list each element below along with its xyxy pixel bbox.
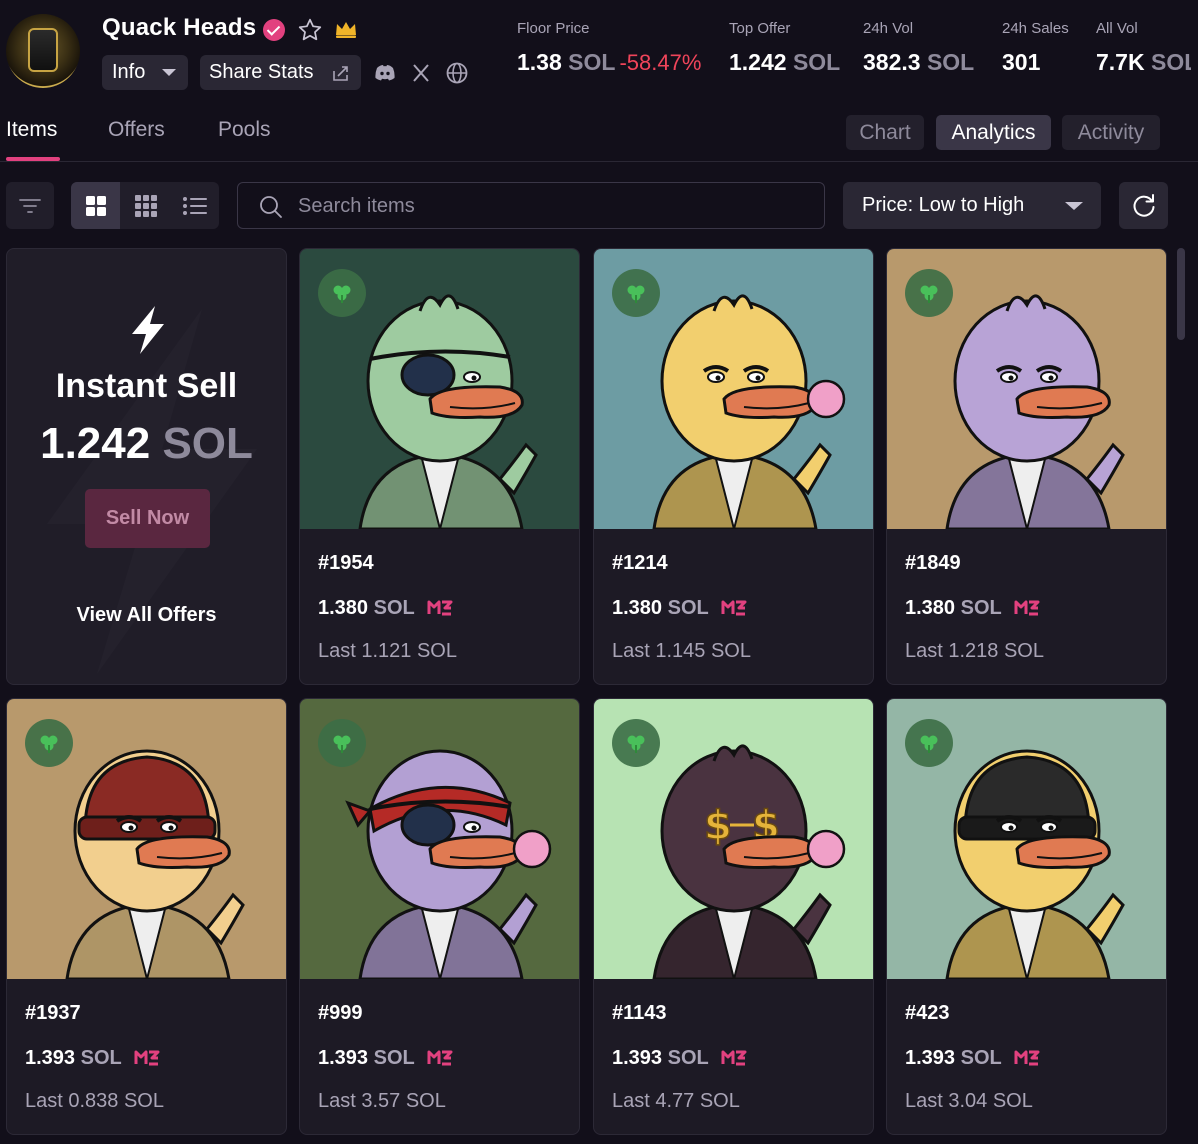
stat-24h-sales: 24h Sales 301 [1002,20,1069,75]
magic-eden-icon [721,600,747,616]
nft-last-sale: Last 0.838 SOL [25,1090,164,1112]
nft-card[interactable]: #1954 1.380 SOL Last 1.121 SOL [299,248,580,685]
small-grid-view-button[interactable] [121,182,170,229]
collection-header: Quack Heads Info Share Stats Floor Price… [0,0,1198,100]
share-stats-button[interactable]: Share Stats [200,55,361,90]
nft-last-sale: Last 3.57 SOL [318,1090,446,1112]
large-grid-icon [85,195,106,216]
collection-avatar[interactable] [6,14,80,88]
refresh-button[interactable] [1119,182,1168,229]
crown-icon [336,22,356,38]
tab-pools[interactable]: Pools [218,118,271,142]
instant-sell-value: 1.242 SOL [40,419,253,468]
list-icon [182,196,207,215]
list-view-button[interactable] [170,182,219,229]
small-grid-icon [134,194,157,217]
nft-name: #1937 [25,1002,81,1024]
discord-icon[interactable] [372,60,398,86]
stat-all-vol: All Vol 7.7K SOL [1096,20,1191,75]
clover-badge-icon [318,719,366,767]
magic-eden-icon [721,1050,747,1066]
nft-card[interactable]: #999 1.393 SOL Last 3.57 SOL [299,698,580,1135]
collection-title: Quack Heads [102,14,257,41]
clover-badge-icon [612,269,660,317]
nft-price: 1.393 SOL [25,1047,122,1069]
info-dropdown[interactable]: Info [102,55,188,90]
tab-bar: Items Offers Pools Chart Analytics Activ… [0,110,1198,162]
tab-chart[interactable]: Chart [846,115,924,150]
tab-activity[interactable]: Activity [1062,115,1160,150]
magic-eden-icon [1014,1050,1040,1066]
stat-top-offer: Top Offer 1.242 SOL [729,20,841,75]
nft-last-sale: Last 3.04 SOL [905,1090,1033,1112]
sell-now-button[interactable]: Sell Now [85,489,210,548]
filter-button[interactable] [6,182,54,229]
nft-last-sale: Last 1.145 SOL [612,640,751,662]
search-input[interactable] [298,192,798,220]
clover-badge-icon [612,719,660,767]
magic-eden-icon [134,1050,160,1066]
nft-price: 1.380 SOL [905,597,1002,619]
search-icon [260,196,282,218]
stat-floor-price: Floor Price 1.38 SOL -58.47% [517,20,702,75]
nft-name: #1849 [905,552,961,574]
large-grid-view-button[interactable] [71,182,120,229]
nft-card[interactable]: #1849 1.380 SOL Last 1.218 SOL [886,248,1167,685]
magic-eden-icon [427,600,453,616]
instant-sell-title: Instant Sell [55,367,238,405]
globe-icon[interactable] [444,60,470,86]
instant-sell-card: Instant Sell 1.242 SOL Sell Now View All… [6,248,287,685]
chevron-down-icon [162,69,176,76]
info-label: Info [112,61,146,83]
nft-card[interactable]: #423 1.393 SOL Last 3.04 SOL [886,698,1167,1135]
tab-items[interactable]: Items [6,118,57,142]
tab-offers[interactable]: Offers [108,118,165,142]
clover-badge-icon [905,269,953,317]
magic-eden-icon [427,1050,453,1066]
stat-24h-vol: 24h Vol 382.3 SOL [863,20,975,75]
nft-card[interactable]: $ $ #1143 1.393 SOL Last 4.77 SOL [593,698,874,1135]
nft-price: 1.380 SOL [318,597,415,619]
nft-last-sale: Last 1.218 SOL [905,640,1044,662]
nft-price: 1.393 SOL [905,1047,1002,1069]
nft-name: #423 [905,1002,950,1024]
nft-price: 1.380 SOL [612,597,709,619]
clover-badge-icon [25,719,73,767]
nft-price: 1.393 SOL [318,1047,415,1069]
bolt-icon [132,306,164,354]
active-tab-indicator [6,157,60,161]
svg-text:$: $ [704,803,732,849]
x-icon[interactable] [408,60,434,86]
nft-price: 1.393 SOL [612,1047,709,1069]
share-icon [333,66,348,81]
filter-icon [19,198,41,213]
tab-analytics[interactable]: Analytics [936,115,1051,150]
nft-name: #1143 [612,1002,667,1024]
search-field[interactable] [237,182,825,229]
refresh-icon [1133,193,1154,217]
star-icon[interactable] [297,17,323,43]
magic-eden-icon [1014,600,1040,616]
nft-last-sale: Last 1.121 SOL [318,640,457,662]
clover-badge-icon [905,719,953,767]
chevron-down-icon [1065,202,1083,210]
nft-last-sale: Last 4.77 SOL [612,1090,740,1112]
nft-name: #1954 [318,552,374,574]
nft-card[interactable]: #1214 1.380 SOL Last 1.145 SOL [593,248,874,685]
nft-card[interactable]: #1937 1.393 SOL Last 0.838 SOL [6,698,287,1135]
nft-name: #999 [318,1002,363,1024]
sort-selected: Price: Low to High [862,194,1025,216]
scrollbar-thumb[interactable] [1177,248,1185,340]
clover-badge-icon [318,269,366,317]
verified-icon [263,19,285,41]
view-all-offers-link[interactable]: View All Offers [7,604,286,627]
nft-name: #1214 [612,552,668,574]
share-stats-label: Share Stats [209,61,314,83]
floor-change: -58.47% [619,50,702,75]
sort-dropdown[interactable]: Price: Low to High [843,182,1101,229]
view-mode-toggle [71,182,219,229]
